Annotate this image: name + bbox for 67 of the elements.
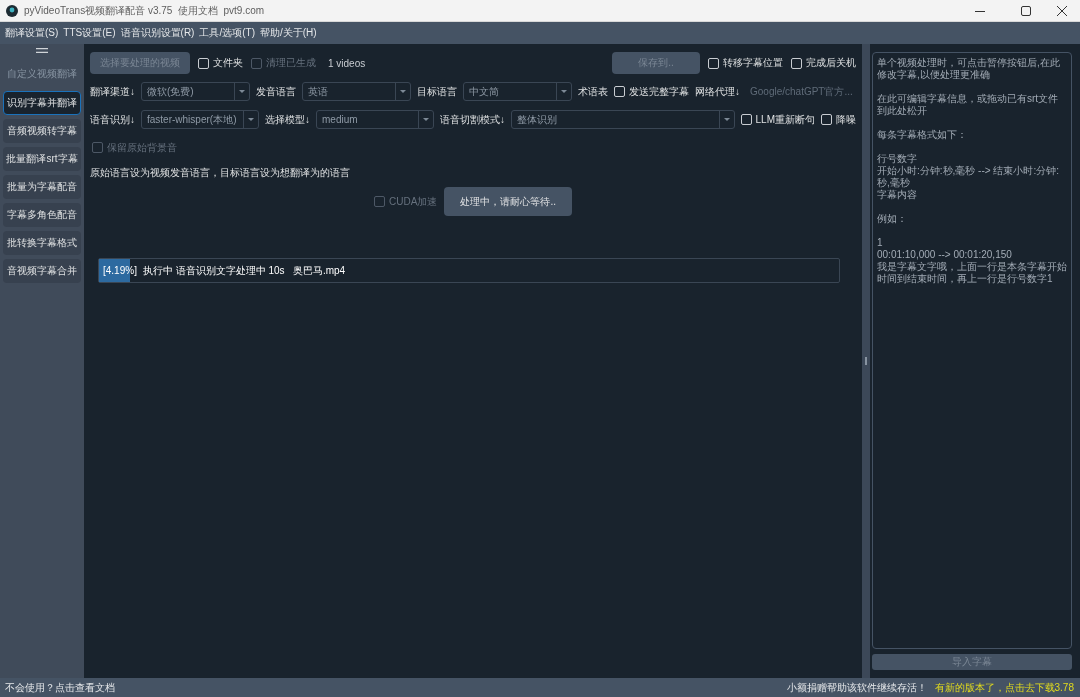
menu-item[interactable]: 语音识别设置(R) <box>120 26 195 40</box>
dropdown[interactable]: 微软(免费) <box>141 82 250 101</box>
menu-item[interactable]: TTS设置(E) <box>63 26 116 40</box>
close-icon[interactable] <box>1057 5 1067 16</box>
checkbox-label: 转移字幕位置 <box>723 56 783 70</box>
checkbox-label: CUDA加速 <box>389 194 438 209</box>
checkbox-label: 文件夹 <box>213 56 243 70</box>
placeholder-text: 我是字幕文字哦，上面一行是本条字幕开始时间到结束时间，再上一行是行号数字1 <box>877 261 1067 285</box>
progress-message: 执行中 语音识别文字处理中 10s 奥巴马.mp4 <box>142 263 346 278</box>
setting-label: 目标语言 <box>417 84 457 99</box>
setting-label: 网络代理↓ <box>695 84 740 99</box>
setting-label: 术语表 <box>578 84 608 99</box>
checkbox-label: 发送完整字幕 <box>629 84 689 99</box>
hint-text: 原始语言设为视频发音语言，目标语言设为想翻译为的语言 <box>90 167 351 179</box>
subtitle-editor[interactable]: 单个视频处理时，可点击暂停按钮后,在此修改字幕,以便处理更准确 在此可编辑字幕信息，或拖动已有srt文件到此处松开 每条字幕格式如下： 行号数字 开始小时:分钟:秒,毫秒 --> 结束小时:分钟:秒,毫秒 字幕内容 例如： 1 00:01:10,000 --> 00:01:20,150 我是字幕文字哦，上面一行是本条字幕开始时间到结束时间，再上一行是行号数字1 <box>872 52 1072 649</box>
checkbox-label: 保留原始背景音 <box>107 140 177 155</box>
placeholder-text: 在此可编辑字幕信息，或拖动已有srt文件到此处松开 <box>877 93 1060 117</box>
help-link[interactable]: 不会使用？点击查看文档 <box>5 680 115 695</box>
checkbox-label: 完成后关机 <box>806 56 856 70</box>
window-title: pyVideoTrans视频翻译配音 v3.75 使用文档 pvt9.com <box>24 3 265 18</box>
menu-item[interactable]: 帮助/关于(H) <box>260 26 317 40</box>
sidebar-item[interactable]: 识别字幕并翻译 <box>3 91 81 115</box>
progress-percent: [4.19%] <box>102 265 137 276</box>
app-icon <box>6 4 18 17</box>
maximize-icon[interactable] <box>1021 5 1031 16</box>
checkbox-label: 清理已生成 <box>266 56 316 70</box>
checkbox-label: LLM重新断句 <box>755 112 815 127</box>
update-link[interactable]: 有新的版本了，点击去下载3.78 <box>934 680 1074 695</box>
placeholder-text: 行号数字 <box>877 153 918 165</box>
setting-label: 发音语言 <box>256 84 296 99</box>
donate-text[interactable]: 小额捐赠帮助该软件继续存活！ <box>786 680 927 695</box>
placeholder-text: 字幕内容 <box>877 189 918 201</box>
dropdown[interactable]: 英语 <box>302 82 411 101</box>
placeholder-text: 开始小时:分钟:秒,毫秒 --> 结束小时:分钟:秒,毫秒 <box>877 165 1060 189</box>
dropdown[interactable]: faster-whisper(本地) <box>141 110 259 129</box>
menu-item[interactable]: 翻译设置(S) <box>5 26 59 40</box>
placeholder-text: 每条字幕格式如下： <box>877 129 968 141</box>
caret-icon <box>723 118 730 121</box>
placeholder-text: 例如： <box>877 213 908 225</box>
placeholder-text: 单个视频处理时，可点击暂停按钮后,在此修改字幕,以便处理更准确 <box>877 57 1061 81</box>
placeholder-text: 00:01:10,000 --> 00:01:20,150 <box>877 249 1013 261</box>
input-field[interactable]: Google/chatGPT官方... <box>746 82 856 101</box>
caret-icon <box>400 90 406 93</box>
menu-item[interactable]: 工具/选项(T) <box>199 26 255 40</box>
setting-label: 语音切割模式↓ <box>440 112 505 127</box>
dropdown[interactable]: 中文简 <box>463 82 572 101</box>
dropdown[interactable]: medium <box>316 110 434 129</box>
setting-label: 语音识别↓ <box>90 112 135 127</box>
caret-icon <box>423 118 429 121</box>
sidebar-item[interactable]: 字幕多角色配音 <box>3 203 81 227</box>
sidebar-item[interactable]: 音视频字幕合并 <box>3 259 81 283</box>
count-text: 1 videos <box>328 57 366 69</box>
handle-icon[interactable] <box>36 48 48 53</box>
sidebar-item[interactable]: 批转换字幕格式 <box>3 231 81 255</box>
placeholder-text: 1 <box>877 237 884 249</box>
setting-label: 选择模型↓ <box>265 112 310 127</box>
dropdown[interactable]: 整体识别 <box>511 110 735 129</box>
checkbox-label: 降噪 <box>836 112 856 127</box>
caret-icon <box>239 90 245 93</box>
action-button[interactable]: 处理中，请耐心等待.. <box>444 187 572 216</box>
sidebar-item[interactable]: 音频视频转字幕 <box>3 119 81 143</box>
sidebar-item[interactable]: 批量为字幕配音 <box>3 175 81 199</box>
sidebar-item[interactable]: 批量翻译srt字幕 <box>3 147 81 171</box>
setting-label: 翻译渠道↓ <box>90 84 135 99</box>
sidebar-heading: 自定义视频翻译 <box>7 67 77 81</box>
caret-icon <box>561 90 567 93</box>
caret-icon <box>248 118 254 121</box>
